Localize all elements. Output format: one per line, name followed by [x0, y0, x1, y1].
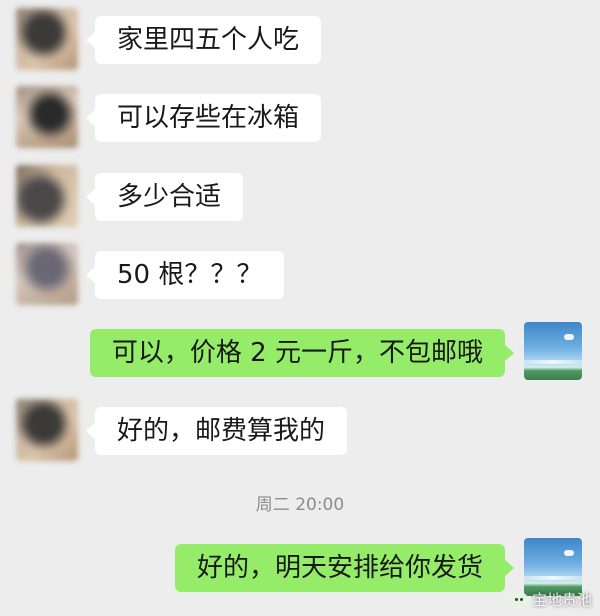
outgoing-message[interactable]: 可以，价格 2 元一斤，不包邮哦: [89, 329, 515, 377]
watermark: 宝地贵池: [509, 589, 592, 610]
horizon-graphic: [524, 360, 582, 364]
contact-avatar[interactable]: [16, 399, 78, 461]
outgoing-message[interactable]: 好的，明天安排给你发货: [174, 544, 515, 592]
contact-avatar[interactable]: [16, 86, 78, 148]
incoming-message[interactable]: 50 根？？？: [85, 251, 285, 299]
incoming-message[interactable]: 多少合适: [85, 173, 244, 221]
incoming-message[interactable]: 好的，邮费算我的: [85, 407, 348, 455]
my-avatar[interactable]: [524, 538, 582, 596]
my-avatar[interactable]: [524, 322, 582, 380]
incoming-message[interactable]: 可以存些在冰箱: [85, 94, 322, 142]
message-timestamp: 周二 20:00: [255, 495, 345, 515]
horizon-graphic: [524, 576, 582, 580]
contact-avatar[interactable]: [16, 165, 78, 227]
watermark-text: 宝地贵池: [531, 591, 592, 609]
wechat-icon: [509, 591, 528, 608]
cloud-graphic: [564, 334, 574, 340]
contact-avatar[interactable]: [16, 243, 78, 305]
contact-avatar[interactable]: [16, 8, 78, 70]
incoming-message[interactable]: 家里四五个人吃: [85, 16, 322, 64]
cloud-graphic: [564, 550, 574, 556]
